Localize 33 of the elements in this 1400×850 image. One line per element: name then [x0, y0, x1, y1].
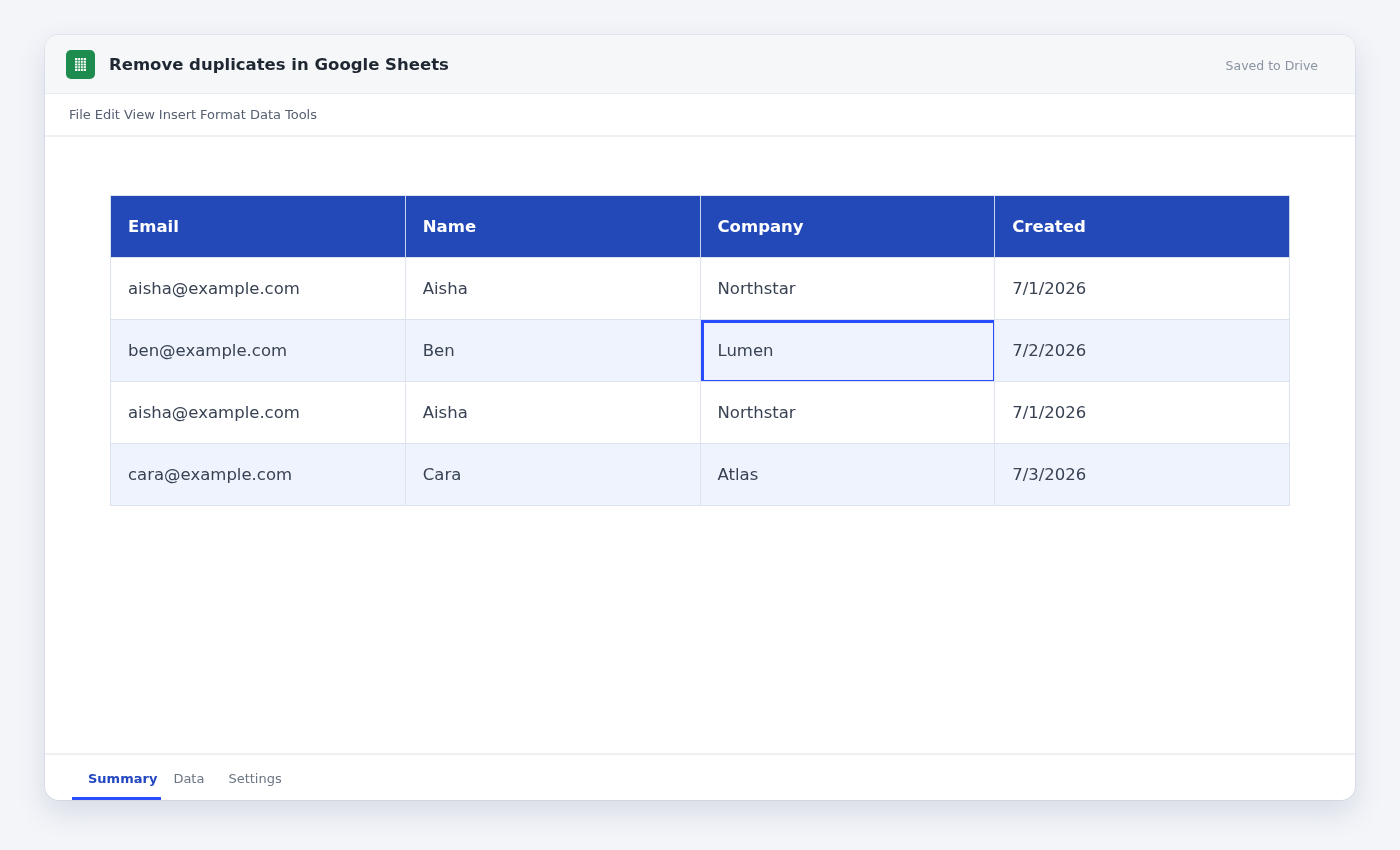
sheet-tab[interactable]: Summary: [72, 755, 162, 800]
menu-item[interactable]: Insert: [158, 107, 197, 122]
menu-item[interactable]: File: [69, 107, 91, 122]
table-cell[interactable]: Northstar: [700, 382, 996, 444]
table-cell[interactable]: Aisha: [405, 382, 701, 444]
sheet-tab[interactable]: Data: [161, 755, 217, 800]
sheet-tab[interactable]: Settings: [216, 755, 294, 800]
table-cell[interactable]: 7/1/2026: [995, 258, 1290, 320]
table-cell[interactable]: aisha@example.com: [111, 382, 406, 444]
menu-item[interactable]: Format: [200, 107, 246, 122]
menu-item[interactable]: Data: [249, 107, 281, 122]
table-cell[interactable]: cara@example.com: [111, 444, 406, 506]
grid-icon: [66, 49, 95, 79]
menu-item[interactable]: Edit: [94, 107, 120, 122]
table-cell[interactable]: Cara: [405, 444, 701, 506]
column-header: Company: [700, 196, 996, 258]
table-cell[interactable]: 7/2/2026: [995, 320, 1290, 382]
table-cell[interactable]: ben@example.com: [111, 320, 406, 382]
column-header: Email: [111, 196, 406, 258]
table-cell[interactable]: aisha@example.com: [111, 258, 406, 320]
table-cell[interactable]: Atlas: [700, 444, 996, 506]
window-title: Remove duplicates in Google Sheets: [109, 54, 449, 74]
table-cell[interactable]: Ben: [405, 320, 701, 382]
menu-item[interactable]: View: [123, 107, 155, 122]
table-cell[interactable]: 7/3/2026: [995, 444, 1290, 506]
table-cell[interactable]: Northstar: [700, 258, 996, 320]
selected-cell[interactable]: Lumen: [700, 320, 996, 382]
column-header: Created: [995, 196, 1290, 258]
column-header: Name: [405, 196, 701, 258]
table-cell[interactable]: 7/1/2026: [995, 382, 1290, 444]
save-status: Saved to Drive: [1225, 57, 1318, 73]
menu-item[interactable]: Tools: [284, 107, 317, 122]
table-cell[interactable]: Aisha: [405, 258, 701, 320]
